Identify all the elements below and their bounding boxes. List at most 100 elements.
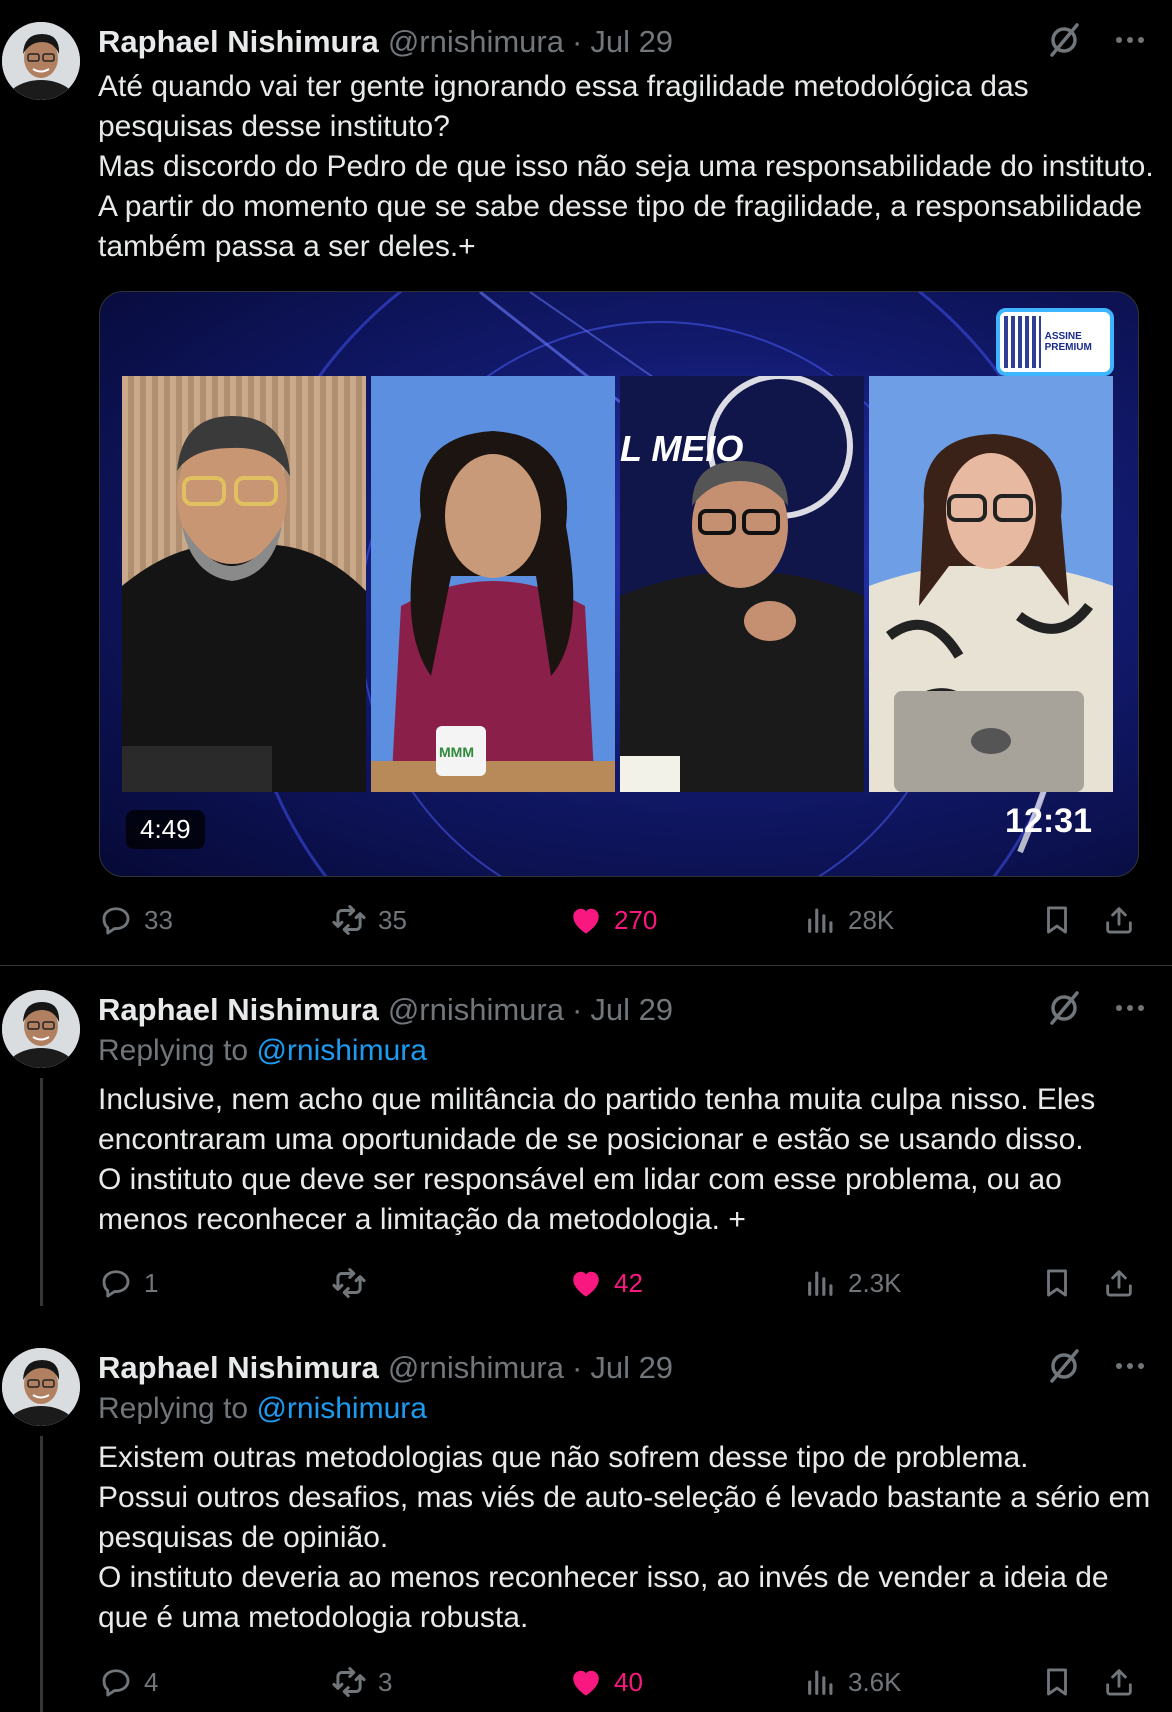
replying-mention[interactable]: @rnishimura (256, 1392, 427, 1425)
tweet-actions: 1 42 2.3K (98, 1261, 1142, 1305)
reply-button[interactable]: 4 (98, 1660, 158, 1704)
replying-label: Replying to (98, 1034, 249, 1067)
reply-count: 1 (144, 1267, 159, 1298)
bookmark-button[interactable] (1040, 1261, 1074, 1305)
views-button[interactable]: 3.6K (804, 1660, 902, 1704)
repost-button[interactable]: 35 (330, 898, 407, 942)
grok-icon[interactable] (1044, 20, 1084, 65)
tweet-1[interactable]: Raphael Nishimura @rnishimura · Jul 29 A… (0, 0, 1172, 965)
tweet-line: Mas discordo do Pedro de que isso não se… (98, 150, 1154, 263)
share-icon (1102, 1665, 1136, 1699)
views-icon (804, 903, 838, 937)
avatar[interactable] (2, 22, 80, 100)
grok-icon[interactable] (1044, 1346, 1084, 1391)
heart-icon (568, 1664, 604, 1700)
like-count: 42 (614, 1267, 643, 1298)
video-panel-guest-3 (869, 376, 1113, 792)
more-icon[interactable] (1110, 988, 1150, 1033)
like-count: 270 (614, 904, 658, 935)
tweet-text: Inclusive, nem acho que militância do pa… (98, 1080, 1158, 1240)
tweet-header: Raphael Nishimura @rnishimura · Jul 29 (98, 990, 673, 1030)
repost-button[interactable]: 3 (330, 1660, 392, 1704)
tweet-top-icons (1044, 1348, 1150, 1388)
views-icon (804, 1665, 838, 1699)
grok-icon[interactable] (1044, 988, 1084, 1033)
replying-label: Replying to (98, 1392, 249, 1425)
share-icon (1102, 1266, 1136, 1300)
video-panel-host (122, 376, 366, 792)
share-button[interactable] (1102, 1261, 1136, 1305)
replying-mention[interactable]: @rnishimura (256, 1034, 427, 1067)
reply-icon (98, 902, 134, 938)
reply-button[interactable]: 33 (98, 898, 173, 942)
tweet-header: Raphael Nishimura @rnishimura · Jul 29 (98, 22, 673, 62)
share-icon (1102, 903, 1136, 937)
author-handle[interactable]: @rnishimura (388, 1350, 564, 1386)
heart-icon (568, 902, 604, 938)
author-name[interactable]: Raphael Nishimura (98, 1350, 379, 1386)
bookmark-icon (1040, 903, 1074, 937)
bookmark-button[interactable] (1040, 1660, 1074, 1704)
video-player[interactable]: MMM L MEIO ASSINE PREMIUM 4:49 12:31 (99, 291, 1139, 877)
tweet-date[interactable]: Jul 29 (590, 24, 673, 60)
studio-sign: L MEIO (620, 428, 744, 469)
tweet-line: O instituto que deve ser responsável em … (98, 1163, 1062, 1236)
video-panel-guest-2: L MEIO (620, 376, 864, 792)
repost-icon (330, 901, 368, 939)
repost-button[interactable] (330, 1261, 378, 1305)
video-clock: 12:31 (1005, 802, 1092, 840)
qr-badge-text: ASSINE PREMIUM (1044, 331, 1092, 353)
author-handle[interactable]: @rnishimura (388, 992, 564, 1028)
separator: · (572, 992, 583, 1027)
reply-icon (98, 1265, 134, 1301)
like-button[interactable]: 270 (568, 898, 657, 942)
avatar[interactable] (2, 1348, 80, 1426)
repost-count: 35 (378, 904, 407, 935)
separator: · (572, 1350, 583, 1385)
reply-count: 4 (144, 1666, 159, 1697)
tweet-line: Inclusive, nem acho que militância do pa… (98, 1083, 1096, 1156)
bookmark-button[interactable] (1040, 898, 1074, 942)
tweet-3[interactable]: Raphael Nishimura @rnishimura · Jul 29 R… (0, 1326, 1172, 1712)
heart-icon (568, 1265, 604, 1301)
bookmark-icon (1040, 1665, 1074, 1699)
premium-qr-badge[interactable]: ASSINE PREMIUM (996, 308, 1114, 376)
tweet-actions: 4 3 40 3.6K (98, 1660, 1142, 1704)
tweet-line: Até quando vai ter gente ignorando essa … (98, 70, 1029, 143)
tweet-line: Existem outras metodologias que não sofr… (98, 1441, 1029, 1474)
views-count: 3.6K (848, 1666, 902, 1697)
tweet-date[interactable]: Jul 29 (590, 992, 673, 1028)
views-icon (804, 1266, 838, 1300)
replying-to: Replying to @rnishimura (98, 1392, 427, 1426)
thread-line (40, 1436, 43, 1712)
author-name[interactable]: Raphael Nishimura (98, 24, 379, 60)
more-icon[interactable] (1110, 1346, 1150, 1391)
views-button[interactable]: 28K (804, 898, 894, 942)
share-button[interactable] (1102, 1660, 1136, 1704)
author-handle[interactable]: @rnishimura (388, 24, 564, 60)
bookmark-icon (1040, 1266, 1074, 1300)
tweet-top-icons (1044, 22, 1150, 62)
repost-count: 3 (378, 1666, 393, 1697)
tweet-actions: 33 35 270 28K (98, 898, 1142, 942)
tweet-date[interactable]: Jul 29 (590, 1350, 673, 1386)
share-button[interactable] (1102, 898, 1136, 942)
avatar[interactable] (2, 990, 80, 1068)
video-duration: 4:49 (126, 810, 205, 849)
qr-code (1004, 316, 1041, 368)
separator: · (572, 24, 583, 59)
like-button[interactable]: 40 (568, 1660, 643, 1704)
views-button[interactable]: 2.3K (804, 1261, 902, 1305)
like-button[interactable]: 42 (568, 1261, 643, 1305)
tweet-header: Raphael Nishimura @rnishimura · Jul 29 (98, 1348, 673, 1388)
views-count: 2.3K (848, 1267, 902, 1298)
author-name[interactable]: Raphael Nishimura (98, 992, 379, 1028)
tweet-text: Até quando vai ter gente ignorando essa … (98, 67, 1158, 267)
reply-button[interactable]: 1 (98, 1261, 158, 1305)
like-count: 40 (614, 1666, 643, 1697)
thread-line (40, 1078, 43, 1306)
tweet-text: Existem outras metodologias que não sofr… (98, 1438, 1158, 1638)
replying-to: Replying to @rnishimura (98, 1034, 427, 1068)
more-icon[interactable] (1110, 20, 1150, 65)
tweet-2[interactable]: Raphael Nishimura @rnishimura · Jul 29 R… (0, 966, 1172, 1326)
